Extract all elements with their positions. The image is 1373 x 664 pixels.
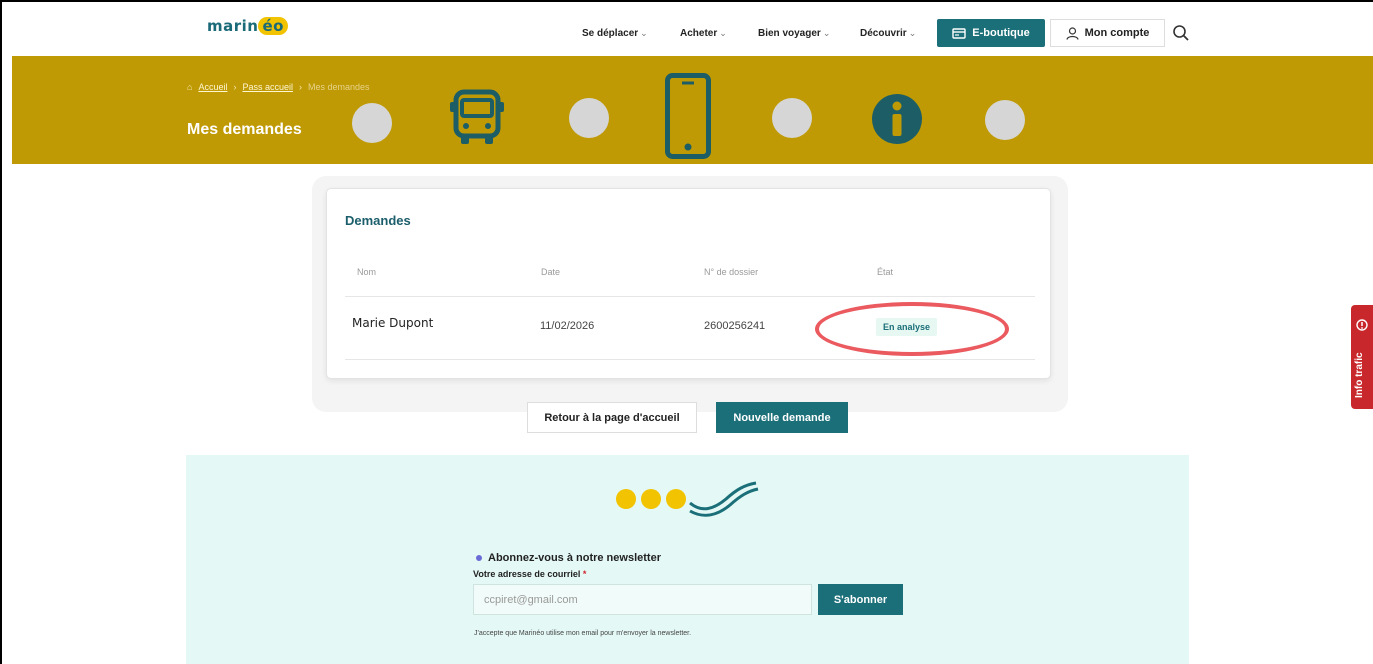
user-icon bbox=[1066, 26, 1079, 40]
back-home-button[interactable]: Retour à la page d'accueil bbox=[527, 402, 697, 433]
chevron-down-icon: ⌄ bbox=[719, 28, 727, 38]
cell-name: Marie Dupont bbox=[352, 316, 434, 330]
bullet-icon bbox=[476, 555, 482, 562]
nav-label: Découvrir bbox=[860, 28, 907, 39]
email-field[interactable]: ccpiret@gmail.com bbox=[473, 584, 812, 615]
decorative-dot bbox=[616, 489, 636, 509]
breadcrumb-current: Mes demandes bbox=[307, 82, 370, 92]
alert-icon bbox=[1356, 319, 1368, 331]
nav-se-deplacer[interactable]: Se déplacer ⌄ bbox=[582, 28, 648, 39]
marineo-logo[interactable]: marin éo bbox=[207, 17, 288, 35]
decorative-circle bbox=[569, 98, 609, 138]
nav-acheter[interactable]: Acheter ⌄ bbox=[680, 28, 727, 39]
account-label: Mon compte bbox=[1084, 27, 1150, 39]
chevron-down-icon: ⌄ bbox=[822, 28, 831, 38]
column-header-date: Date bbox=[541, 267, 561, 277]
nav-label: Acheter bbox=[680, 28, 718, 39]
smartphone-icon bbox=[665, 73, 711, 159]
card-icon bbox=[952, 27, 966, 39]
page-banner: ⌂ Accueil › Pass accueil › Mes demandes Mes d… bbox=[12, 56, 1373, 164]
email-label-text: Votre adresse de courriel bbox=[473, 569, 581, 579]
decorative-circle bbox=[772, 98, 812, 138]
newsletter-title: Abonnez-vous à notre newsletter bbox=[476, 552, 661, 564]
column-header-dossier: N° de dossier bbox=[704, 267, 759, 277]
decorative-dot bbox=[666, 489, 686, 509]
chevron-down-icon: ⌄ bbox=[908, 28, 917, 38]
breadcrumb-accueil[interactable]: Accueil bbox=[198, 82, 227, 92]
nav-label: Bien voyager bbox=[758, 28, 821, 39]
subscribe-button[interactable]: S'abonner bbox=[818, 584, 903, 615]
nav-label: Se déplacer bbox=[582, 28, 639, 39]
email-label: Votre adresse de courriel * bbox=[473, 569, 586, 579]
eboutique-label: E-boutique bbox=[972, 27, 1030, 39]
breadcrumb: ⌂ Accueil › Pass accueil › Mes demandes bbox=[187, 82, 376, 92]
decorative-circle bbox=[352, 103, 392, 143]
cell-file-number: 2600256241 bbox=[704, 320, 766, 332]
email-value: ccpiret@gmail.com bbox=[484, 593, 578, 606]
status-highlight-annotation bbox=[815, 302, 1009, 356]
info-trafic-label: Info trafic bbox=[1354, 352, 1365, 398]
nav-decouvrir[interactable]: Découvrir ⌄ bbox=[860, 28, 916, 39]
consent-text: J'accepte que Marinéo utilise mon email … bbox=[474, 630, 692, 637]
top-header: marin éo Se déplacer ⌄ Acheter ⌄ Bien voyag… bbox=[12, 15, 1373, 56]
breadcrumb-separator: › bbox=[298, 82, 302, 92]
chevron-down-icon: ⌄ bbox=[640, 28, 648, 38]
column-header-nom: Nom bbox=[357, 267, 377, 277]
nav-bien-voyager[interactable]: Bien voyager ⌄ bbox=[758, 28, 830, 39]
eboutique-button[interactable]: E-boutique bbox=[937, 19, 1045, 47]
info-trafic-tab[interactable]: Info trafic bbox=[1351, 305, 1373, 409]
newsletter-title-text: Abonnez-vous à notre newsletter bbox=[488, 552, 661, 564]
home-icon: ⌂ bbox=[187, 82, 193, 92]
bus-icon bbox=[450, 89, 504, 144]
decorative-dot bbox=[641, 489, 661, 509]
cell-date: 11/02/2026 bbox=[540, 320, 595, 332]
required-marker: * bbox=[582, 569, 587, 579]
divider bbox=[345, 296, 1035, 297]
newsletter-section: Abonnez-vous à notre newsletter Votre ad… bbox=[186, 455, 1189, 664]
info-icon bbox=[872, 94, 922, 144]
breadcrumb-pass-accueil[interactable]: Pass accueil bbox=[242, 82, 293, 92]
search-icon[interactable] bbox=[1172, 24, 1190, 42]
column-header-etat: État bbox=[877, 267, 894, 277]
new-request-button[interactable]: Nouvelle demande bbox=[716, 402, 848, 433]
page-title: Mes demandes bbox=[187, 121, 302, 138]
account-button[interactable]: Mon compte bbox=[1050, 19, 1165, 47]
card-title: Demandes bbox=[345, 213, 411, 228]
decorative-circle bbox=[985, 100, 1025, 140]
wave-icon bbox=[689, 481, 759, 517]
breadcrumb-separator: › bbox=[233, 82, 237, 92]
divider bbox=[345, 359, 1035, 360]
